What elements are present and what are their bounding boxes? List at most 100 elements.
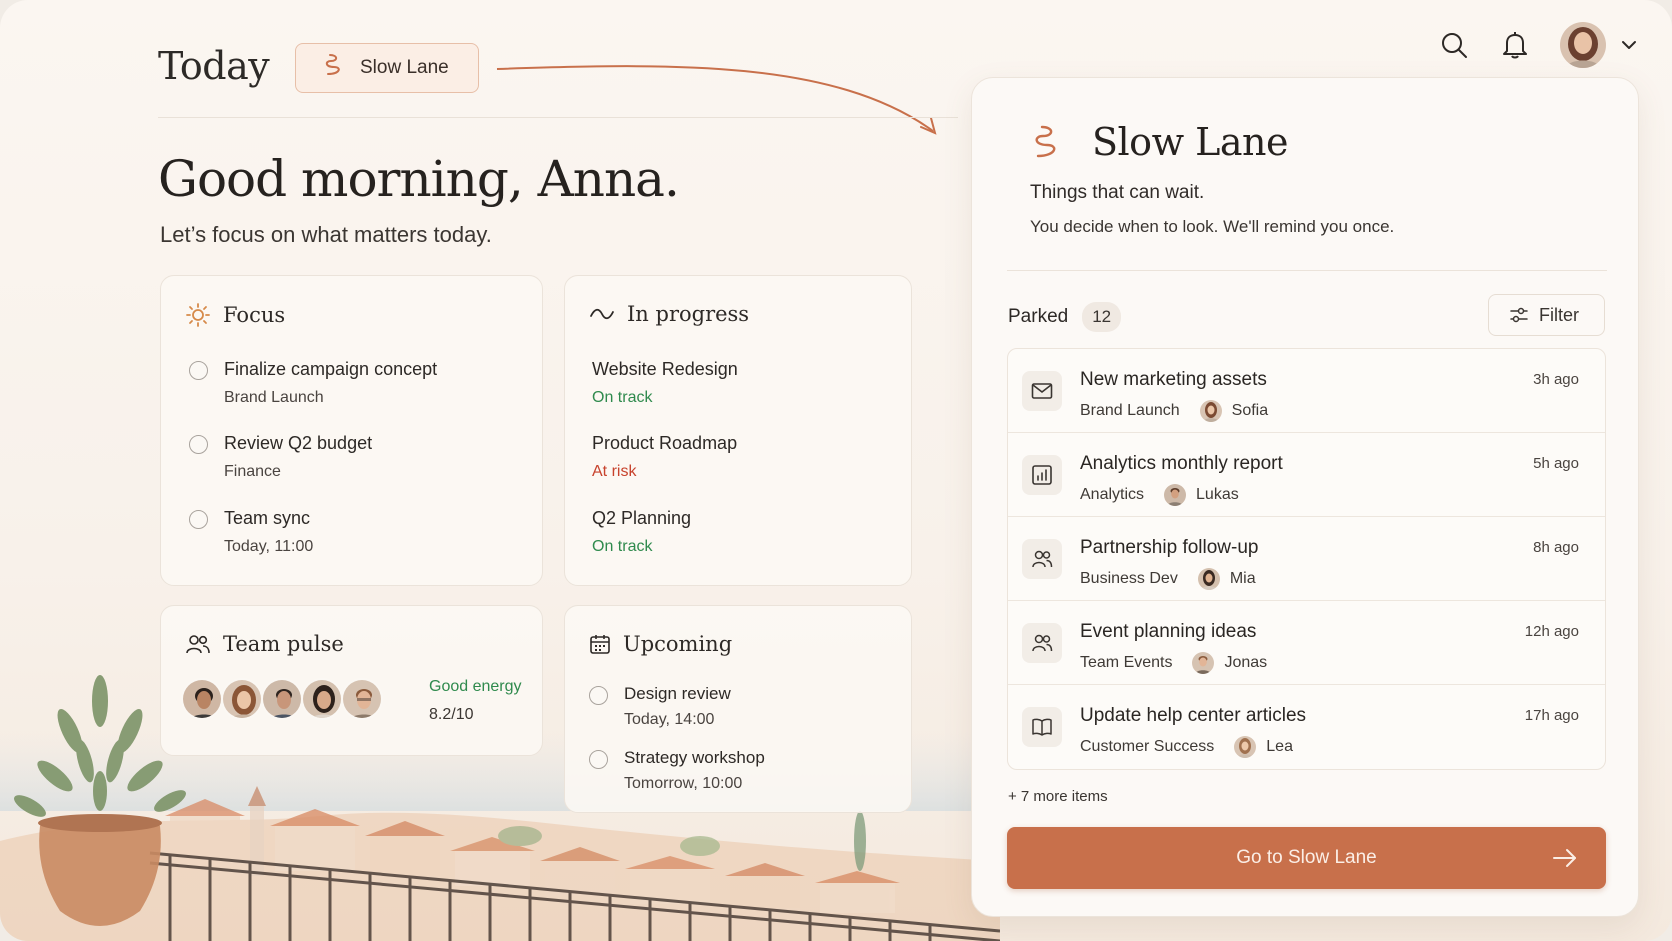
- item-time: 8h ago: [1533, 539, 1579, 556]
- upcoming-card-title: Upcoming: [589, 632, 732, 656]
- avatar[interactable]: [181, 678, 223, 720]
- in-progress-title-text: In progress: [627, 302, 750, 326]
- filter-label: Filter: [1539, 304, 1579, 325]
- parked-label: Parked: [1008, 306, 1069, 327]
- slow-lane-subtitle: Things that can wait.: [1030, 182, 1205, 203]
- item-person: Lea: [1266, 738, 1293, 755]
- item-person: Jonas: [1224, 654, 1268, 671]
- team-pulse-card-title: Team pulse: [185, 632, 344, 656]
- item-person: Mia: [1229, 570, 1256, 587]
- item-title: New marketing assets: [1080, 369, 1267, 390]
- account-menu-toggle[interactable]: [1618, 34, 1640, 56]
- panel-divider: [1007, 270, 1607, 271]
- app-window: Today Slow Lane Good morning, Anna. Let’…: [0, 0, 1672, 941]
- task-checkbox[interactable]: [189, 361, 208, 380]
- upcoming-event: Design review Today, 14:00: [589, 684, 731, 729]
- upcoming-title-text: Upcoming: [623, 632, 733, 656]
- project-status: On track: [592, 538, 653, 555]
- parked-header: Parked 12: [1008, 302, 1122, 332]
- avatar: [1199, 400, 1222, 422]
- filter-button[interactable]: Filter: [1488, 294, 1605, 336]
- project-status: On track: [592, 389, 653, 406]
- header-divider: [158, 117, 958, 118]
- project-status: At risk: [592, 463, 637, 480]
- event-title: Strategy workshop: [624, 748, 765, 767]
- team-energy-score: 8.2/10: [429, 706, 474, 723]
- people-icon: [186, 635, 210, 654]
- task-project: Brand Launch: [224, 389, 324, 406]
- in-progress-card-title: In progress: [589, 302, 749, 326]
- focus-card-title: Focus: [185, 302, 285, 328]
- project-name: Product Roadmap: [592, 433, 738, 453]
- parked-item[interactable]: Event planning ideas Team Events Jonas 1…: [1008, 601, 1605, 685]
- slow-lane-icon: [322, 52, 346, 84]
- team-energy-label: Good energy: [429, 678, 522, 695]
- item-person: Sofia: [1231, 402, 1269, 419]
- project-name: Q2 Planning: [592, 508, 692, 528]
- item-time: 17h ago: [1524, 707, 1579, 724]
- focus-task: Review Q2 budget Finance: [189, 433, 372, 481]
- parked-item[interactable]: Partnership follow-up Business Dev Mia 8…: [1008, 517, 1605, 601]
- project-item[interactable]: Website Redesign On track: [592, 359, 738, 407]
- event-time: Tomorrow, 10:00: [624, 775, 743, 792]
- item-team: Analytics: [1080, 486, 1145, 503]
- event-time: Today, 14:00: [624, 711, 715, 728]
- team-pulse-card: Team pulse Good energy 8.2/10: [160, 605, 543, 756]
- bell-icon: [1503, 32, 1527, 59]
- task-time: Today, 11:00: [224, 538, 314, 555]
- task-project: Finance: [224, 463, 281, 480]
- avatar[interactable]: [301, 678, 343, 720]
- arrow-right-icon: [1553, 849, 1576, 867]
- avatar: [1164, 484, 1187, 506]
- focus-task: Team sync Today, 11:00: [189, 508, 313, 556]
- greeting-subtitle: Let’s focus on what matters today.: [160, 222, 492, 247]
- task-title: Finalize campaign concept: [224, 359, 438, 379]
- slow-lane-chip[interactable]: Slow Lane: [295, 43, 479, 93]
- project-name: Website Redesign: [592, 359, 738, 379]
- parked-item[interactable]: New marketing assets Brand Launch Sofia …: [1008, 349, 1605, 433]
- upcoming-card: Upcoming Design review Today, 14:00 Strat…: [564, 605, 912, 813]
- go-to-slow-lane-button[interactable]: Go to Slow Lane: [1007, 827, 1606, 889]
- item-meta: Brand Launch Sofia: [1080, 400, 1268, 422]
- avatar: [1192, 652, 1215, 674]
- slow-lane-title: Slow Lane: [1092, 120, 1289, 164]
- item-meta: Business Dev Mia: [1080, 568, 1256, 590]
- parked-list: New marketing assets Brand Launch Sofia …: [1007, 348, 1606, 770]
- search-button[interactable]: [1437, 28, 1471, 62]
- page-title: Today: [158, 44, 270, 88]
- item-meta: Team Events Jonas: [1080, 652, 1267, 674]
- item-title: Event planning ideas: [1080, 621, 1257, 642]
- parked-item[interactable]: Update help center articles Customer Suc…: [1008, 685, 1605, 769]
- parked-count-badge: 12: [1082, 302, 1122, 332]
- task-checkbox[interactable]: [189, 510, 208, 529]
- avatar: [1197, 568, 1220, 590]
- project-item[interactable]: Product Roadmap At risk: [592, 433, 737, 481]
- avatar[interactable]: [261, 678, 303, 720]
- people-icon: [1022, 623, 1062, 663]
- notifications-button[interactable]: [1498, 28, 1532, 62]
- avatar[interactable]: [221, 678, 263, 720]
- task-title: Review Q2 budget: [224, 433, 373, 453]
- pointer-arrow: [496, 65, 937, 135]
- focus-title-text: Focus: [223, 303, 286, 327]
- mail-icon: [1022, 371, 1062, 411]
- search-icon: [1442, 33, 1467, 58]
- parked-item[interactable]: Analytics monthly report Analytics Lukas…: [1008, 433, 1605, 517]
- item-time: 5h ago: [1533, 455, 1579, 472]
- avatar[interactable]: [341, 678, 383, 720]
- event-checkbox[interactable]: [589, 750, 608, 769]
- event-checkbox[interactable]: [589, 686, 608, 705]
- more-items-link[interactable]: + 7 more items: [1008, 788, 1108, 805]
- item-team: Team Events: [1080, 654, 1173, 671]
- in-progress-card: In progress Website Redesign On track Pr…: [564, 275, 912, 586]
- chevron-down-icon: [1622, 41, 1636, 49]
- task-checkbox[interactable]: [189, 435, 208, 454]
- task-title: Team sync: [224, 508, 311, 528]
- sliders-icon: [1510, 307, 1528, 323]
- user-avatar[interactable]: [1560, 22, 1606, 68]
- cta-label: Go to Slow Lane: [1236, 847, 1377, 868]
- project-item[interactable]: Q2 Planning On track: [592, 508, 691, 556]
- slow-lane-panel: Slow Lane Things that can wait. You deci…: [971, 77, 1639, 917]
- item-title: Analytics monthly report: [1080, 453, 1283, 474]
- item-meta: Customer Success Lea: [1080, 736, 1293, 758]
